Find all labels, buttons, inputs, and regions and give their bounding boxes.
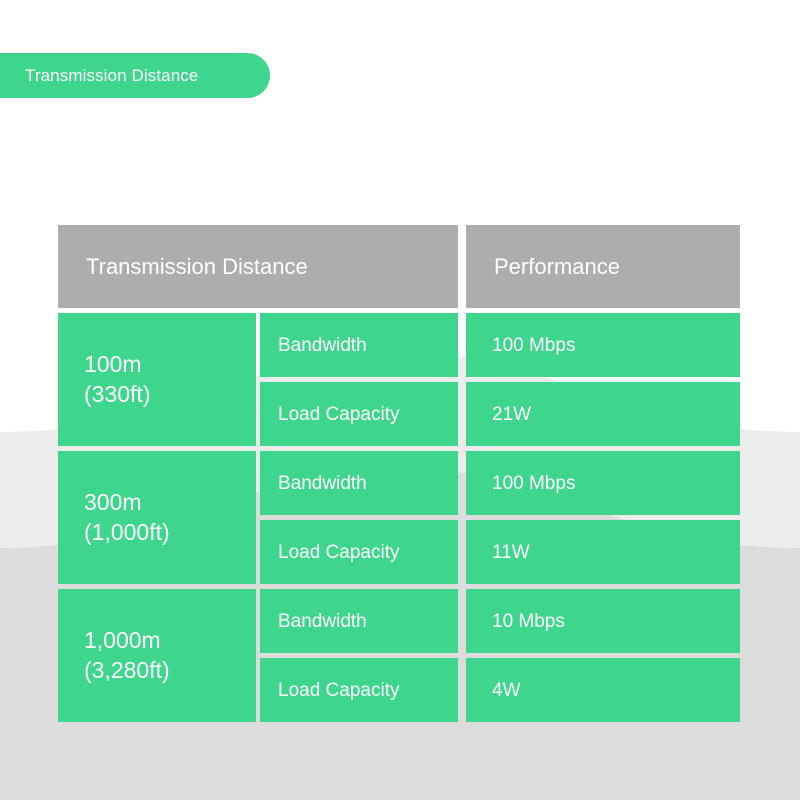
table-row: 1,000m (3,280ft) Bandwidth 10 Mbps Load … bbox=[58, 589, 740, 722]
table-subrow: Load Capacity 21W bbox=[260, 382, 740, 446]
table-subrow: Bandwidth 10 Mbps bbox=[260, 589, 740, 653]
page-title-badge-label: Transmission Distance bbox=[25, 66, 199, 85]
metric-label: Bandwidth bbox=[260, 589, 458, 653]
distance-value-metric: 1,000m bbox=[84, 627, 161, 654]
table-header-transmission-distance: Transmission Distance bbox=[58, 225, 458, 308]
metric-value: 100 Mbps bbox=[466, 451, 740, 515]
table-subrow: Load Capacity 11W bbox=[260, 520, 740, 584]
metric-label: Load Capacity bbox=[260, 382, 458, 446]
group-subrows: Bandwidth 10 Mbps Load Capacity 4W bbox=[260, 589, 740, 722]
table-header-performance: Performance bbox=[466, 225, 740, 308]
group-subrows: Bandwidth 100 Mbps Load Capacity 11W bbox=[260, 451, 740, 584]
distance-value-metric: 300m bbox=[84, 489, 142, 516]
metric-label: Bandwidth bbox=[260, 313, 458, 377]
table-subrow: Load Capacity 4W bbox=[260, 658, 740, 722]
transmission-distance-table: Transmission Distance Performance 100m (… bbox=[58, 225, 740, 722]
distance-value-imperial: (330ft) bbox=[84, 380, 151, 407]
table-row: 300m (1,000ft) Bandwidth 100 Mbps Load C… bbox=[58, 451, 740, 584]
table-header-row: Transmission Distance Performance bbox=[58, 225, 740, 308]
distance-value-imperial: (1,000ft) bbox=[84, 518, 170, 545]
table-subrow: Bandwidth 100 Mbps bbox=[260, 451, 740, 515]
metric-value: 10 Mbps bbox=[466, 589, 740, 653]
metric-label: Bandwidth bbox=[260, 451, 458, 515]
metric-label: Load Capacity bbox=[260, 658, 458, 722]
metric-value: 21W bbox=[466, 382, 740, 446]
metric-label: Load Capacity bbox=[260, 520, 458, 584]
distance-cell: 100m (330ft) bbox=[58, 313, 256, 446]
table-row: 100m (330ft) Bandwidth 100 Mbps Load Cap… bbox=[58, 313, 740, 446]
distance-cell: 1,000m (3,280ft) bbox=[58, 589, 256, 722]
page-title-badge: Transmission Distance bbox=[0, 53, 270, 98]
distance-value-imperial: (3,280ft) bbox=[84, 656, 170, 683]
metric-value: 11W bbox=[466, 520, 740, 584]
table-subrow: Bandwidth 100 Mbps bbox=[260, 313, 740, 377]
distance-cell: 300m (1,000ft) bbox=[58, 451, 256, 584]
group-subrows: Bandwidth 100 Mbps Load Capacity 21W bbox=[260, 313, 740, 446]
distance-value-metric: 100m bbox=[84, 351, 142, 378]
metric-value: 4W bbox=[466, 658, 740, 722]
metric-value: 100 Mbps bbox=[466, 313, 740, 377]
